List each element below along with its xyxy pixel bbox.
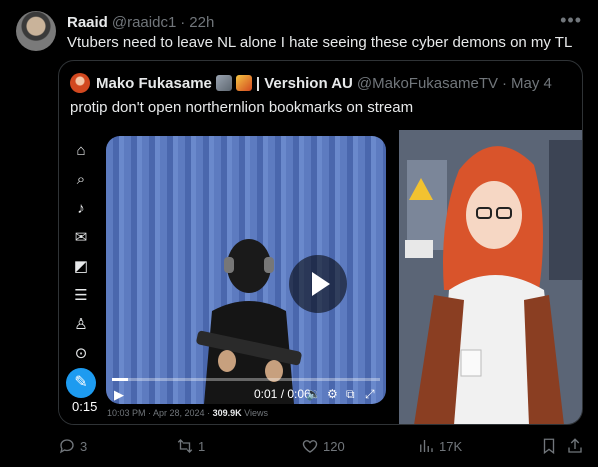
play-small-icon[interactable]: ▶ bbox=[114, 387, 124, 403]
video-progress-fill bbox=[112, 378, 129, 381]
author-handle[interactable]: @raaidc1 bbox=[112, 14, 176, 31]
quote-avatar bbox=[70, 73, 90, 93]
tweet-text: Vtubers need to leave NL alone I hate se… bbox=[67, 34, 573, 51]
repost-count: 1 bbox=[198, 438, 206, 454]
quote-author-name: Mako Fukasame bbox=[96, 74, 212, 92]
separator: · bbox=[180, 13, 186, 31]
quote-text: protip don't open northernlion bookmarks… bbox=[70, 99, 414, 116]
share-button[interactable] bbox=[566, 436, 588, 456]
x-sidebar: ⌂ ⌕ ♪ ✉ ◩ ☰ ♙ ⊙ bbox=[69, 142, 93, 374]
person-emoji-icon bbox=[235, 75, 252, 91]
reply-button[interactable]: 3 bbox=[58, 436, 87, 456]
views-count: 17K bbox=[439, 438, 463, 454]
heart-icon bbox=[302, 440, 318, 453]
play-button[interactable] bbox=[289, 255, 347, 313]
repost-icon bbox=[177, 439, 193, 453]
reply-count: 3 bbox=[80, 438, 88, 454]
analytics-icon bbox=[420, 440, 433, 452]
video-meta-views-label: Views bbox=[244, 408, 268, 418]
tweet-time[interactable]: 22h bbox=[189, 14, 214, 31]
profile-icon: ♙ bbox=[74, 316, 88, 333]
avatar[interactable] bbox=[16, 11, 56, 51]
video-player[interactable]: ▶ 0:01 / 0:06 🔉 ⚙ ⧉ ⤢ bbox=[106, 136, 386, 404]
video-meta: 10:03 PM · Apr 28, 2024 · 309.9K Views bbox=[107, 408, 268, 418]
video-meta-views: 309.9K bbox=[212, 408, 242, 418]
share-icon bbox=[568, 438, 582, 453]
masked-person-figure bbox=[196, 239, 302, 404]
vtuber-panel bbox=[399, 130, 582, 424]
search-icon: ⌕ bbox=[76, 171, 86, 188]
bookmark-button[interactable] bbox=[540, 436, 562, 456]
pip-icon[interactable]: ⧉ bbox=[346, 387, 355, 402]
shark-emoji-icon bbox=[215, 75, 232, 91]
like-count: 120 bbox=[323, 438, 345, 454]
home-icon: ⌂ bbox=[76, 142, 86, 159]
messages-icon: ✉ bbox=[74, 229, 88, 246]
screenshot-panel: ⌂ ⌕ ♪ ✉ ◩ ☰ ♙ ⊙ ✎ 0:15 ▶ 0:01 / 0:06 🔉 ⚙… bbox=[59, 130, 396, 424]
action-bar: 3 1 120 17K bbox=[58, 436, 583, 456]
quote-header: Mako Fukasame | Vershion AU @MakoFukasam… bbox=[70, 73, 552, 93]
quoted-tweet[interactable]: Mako Fukasame | Vershion AU @MakoFukasam… bbox=[58, 60, 583, 425]
vtuber-avatar-illustration bbox=[399, 130, 582, 424]
quote-date: May 4 bbox=[511, 74, 552, 92]
repost-button[interactable]: 1 bbox=[176, 436, 205, 456]
video-progress-bar[interactable] bbox=[112, 378, 380, 381]
views-button[interactable]: 17K bbox=[417, 436, 462, 456]
video-time-readout: 0:01 / 0:06 bbox=[254, 387, 311, 401]
volume-icon[interactable]: 🔉 bbox=[306, 387, 321, 401]
video-meta-date: 10:03 PM · Apr 28, 2024 · bbox=[107, 408, 211, 418]
compose-icon: ✎ bbox=[66, 368, 96, 398]
quote-handle: @MakoFukasameTV bbox=[356, 74, 498, 92]
grok-icon: ◩ bbox=[73, 258, 89, 275]
more-options-icon[interactable]: ••• bbox=[560, 10, 582, 31]
fullscreen-icon[interactable]: ⤢ bbox=[365, 387, 375, 402]
quote-media[interactable]: ⌂ ⌕ ♪ ✉ ◩ ☰ ♙ ⊙ ✎ 0:15 ▶ 0:01 / 0:06 🔉 ⚙… bbox=[59, 130, 582, 424]
more-circle-icon: ⊙ bbox=[74, 345, 88, 362]
like-button[interactable]: 120 bbox=[301, 436, 345, 456]
quote-author-suffix: | Vershion AU bbox=[255, 74, 353, 92]
tweet-header: Raaid @raaidc1 · 22h bbox=[67, 12, 214, 32]
settings-icon[interactable]: ⚙ bbox=[327, 387, 338, 401]
notifications-icon: ♪ bbox=[77, 200, 85, 217]
reply-icon bbox=[59, 439, 74, 454]
author-name[interactable]: Raaid bbox=[67, 14, 108, 31]
separator: · bbox=[502, 74, 507, 92]
bookmark-icon bbox=[543, 438, 555, 455]
lists-icon: ☰ bbox=[74, 287, 88, 304]
video-duration: 0:15 bbox=[72, 399, 98, 414]
